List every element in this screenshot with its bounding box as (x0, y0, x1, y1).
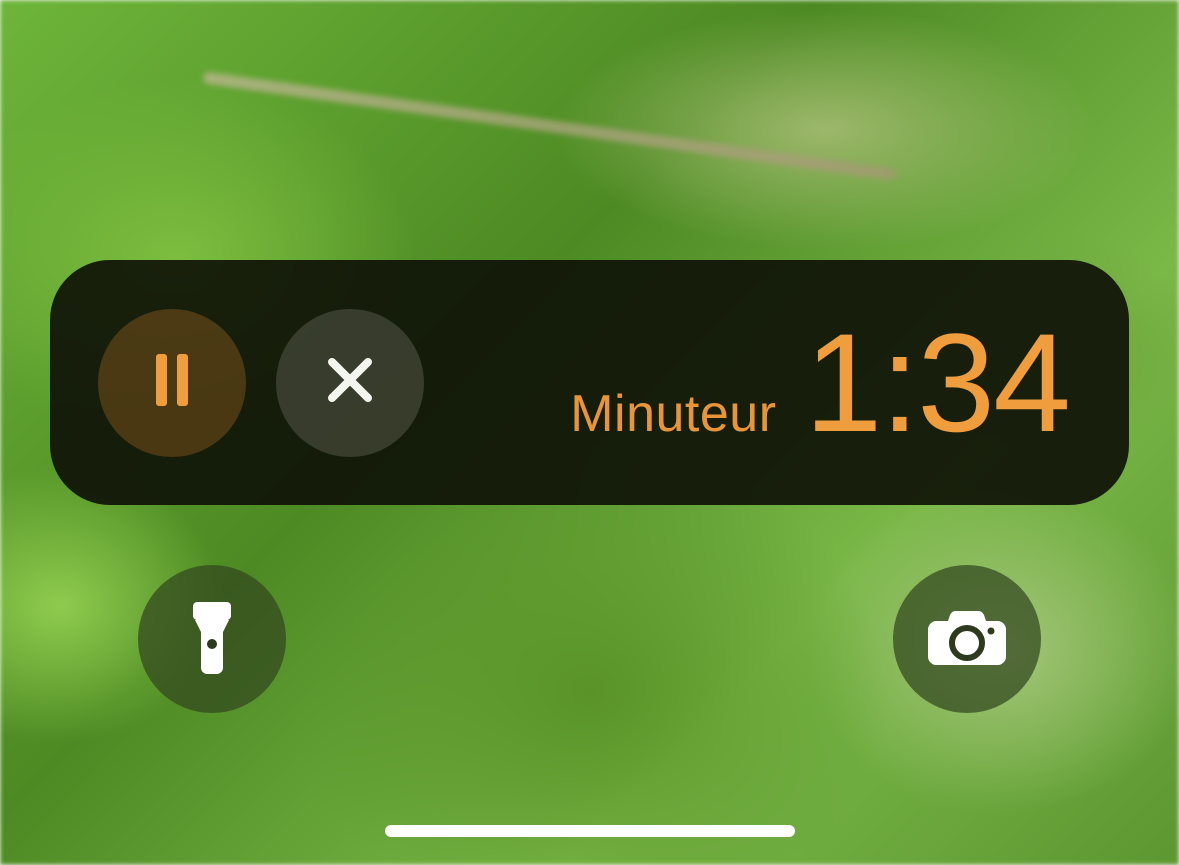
camera-icon (928, 607, 1006, 672)
home-indicator[interactable] (385, 825, 795, 837)
timer-text: Minuteur 1:34 (570, 313, 1069, 453)
camera-button[interactable] (893, 565, 1041, 713)
timer-widget[interactable]: Minuteur 1:34 (50, 260, 1129, 505)
pause-icon (152, 354, 192, 411)
pause-button[interactable] (98, 309, 246, 457)
close-icon (324, 354, 376, 411)
close-button[interactable] (276, 309, 424, 457)
timer-label: Minuteur (570, 384, 776, 444)
flashlight-icon (189, 598, 235, 681)
flashlight-button[interactable] (138, 565, 286, 713)
timer-value: 1:34 (805, 313, 1069, 453)
